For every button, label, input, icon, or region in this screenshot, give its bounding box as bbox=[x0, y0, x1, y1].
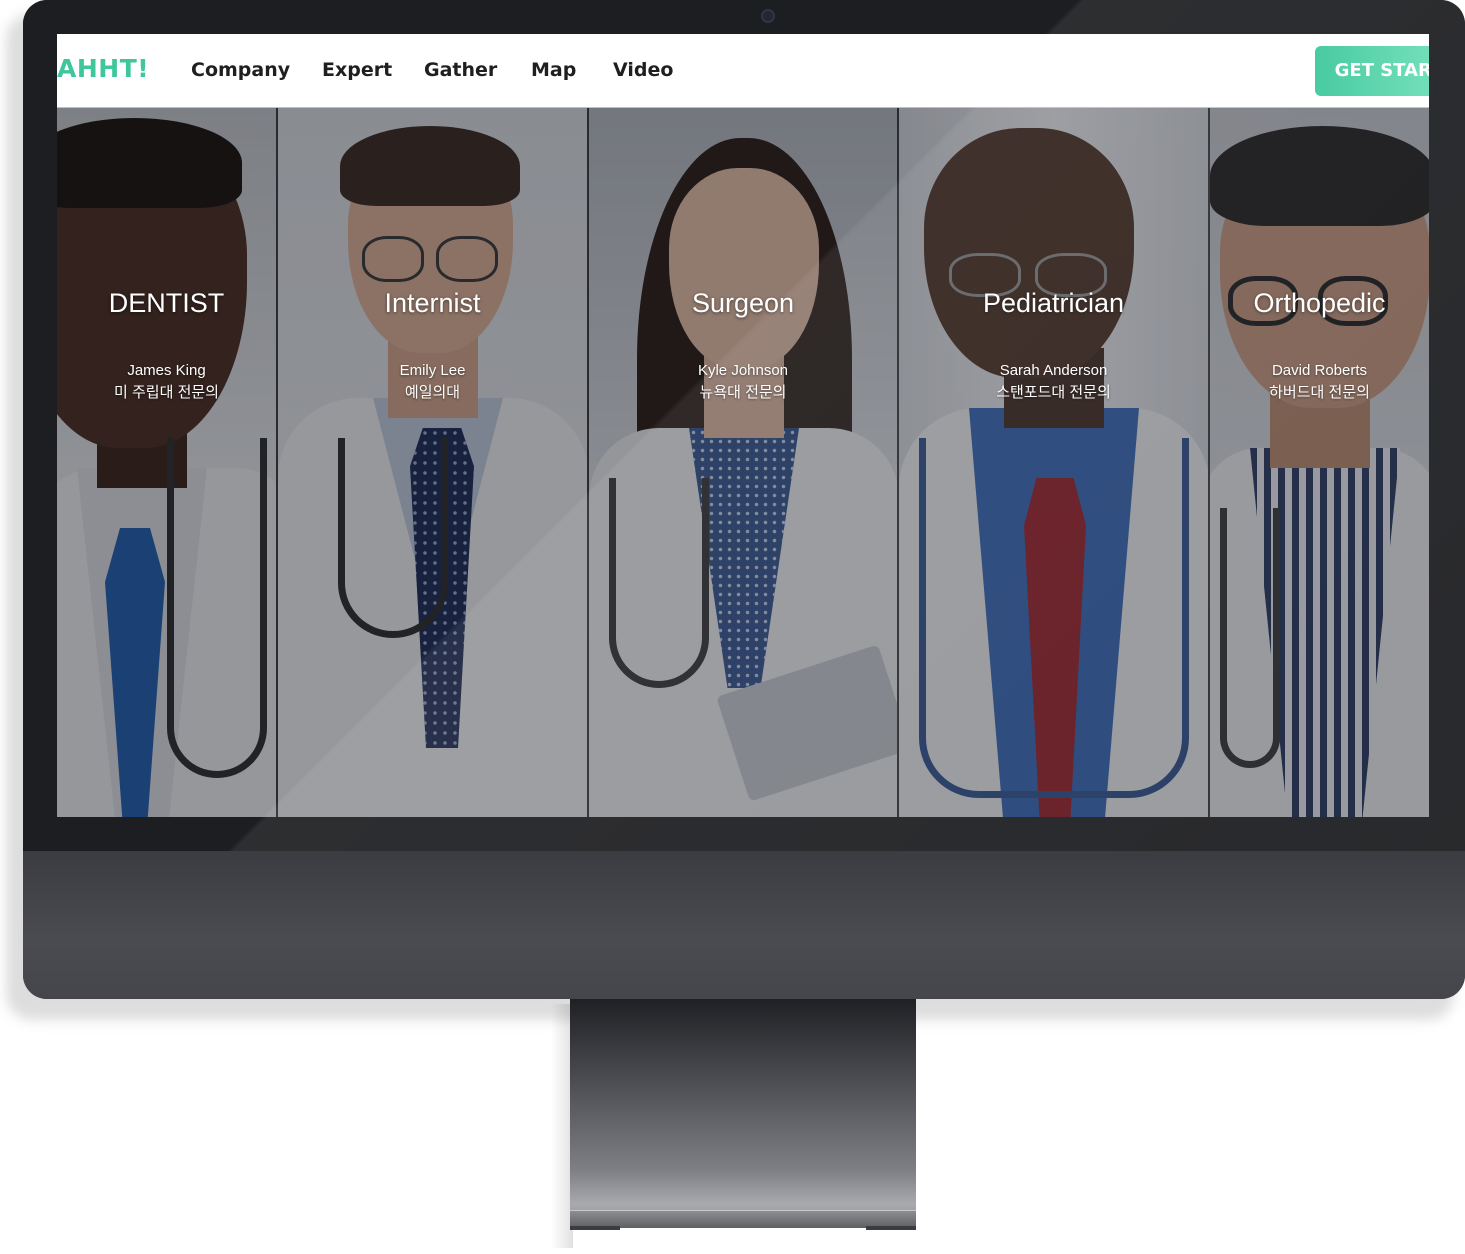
monitor-stand bbox=[570, 999, 916, 1227]
panel-overlay bbox=[278, 108, 587, 817]
expert-name: Kyle Johnson bbox=[697, 362, 789, 379]
expert-school: 하버드대 전문의 bbox=[1269, 384, 1370, 401]
get-start-button[interactable]: GET START bbox=[1315, 46, 1429, 96]
stand-foot-left bbox=[570, 1226, 620, 1230]
expert-panel-surgeon[interactable]: Surgeon Kyle Johnson 뉴욕대 전문의 bbox=[589, 108, 899, 817]
expert-school: 스탠포드대 전문의 bbox=[996, 384, 1111, 401]
expert-role: Pediatrician bbox=[982, 288, 1125, 318]
expert-panel-pediatrician[interactable]: Pediatrician Sarah Anderson 스탠포드대 전문의 bbox=[899, 108, 1210, 817]
panel-overlay bbox=[589, 108, 897, 817]
monitor-chin bbox=[23, 851, 1465, 999]
expert-role: Internist bbox=[384, 288, 481, 318]
expert-role: DENTIST bbox=[108, 288, 225, 318]
top-navbar: AHHT! Company Expert Gather Map Video GE… bbox=[57, 34, 1429, 108]
nav-item-video[interactable]: Video bbox=[613, 59, 673, 81]
panel-overlay bbox=[1210, 108, 1429, 817]
nav-item-expert[interactable]: Expert bbox=[322, 59, 392, 81]
expert-panel-dentist[interactable]: DENTIST James King 미 주립대 전문의 bbox=[57, 108, 278, 817]
expert-name: David Roberts bbox=[1271, 362, 1368, 379]
camera-icon bbox=[761, 9, 775, 23]
expert-school: 예일의대 bbox=[404, 384, 461, 401]
expert-name: Sarah Anderson bbox=[999, 362, 1108, 379]
panel-overlay bbox=[57, 108, 276, 817]
expert-role: Surgeon bbox=[691, 288, 795, 318]
expert-panel-orthopedic[interactable]: Orthopedic David Roberts 하버드대 전문의 bbox=[1210, 108, 1429, 817]
expert-school: 뉴욕대 전문의 bbox=[699, 384, 787, 401]
panel-overlay bbox=[899, 108, 1208, 817]
stand-foot-right bbox=[866, 1226, 916, 1230]
expert-panel-internist[interactable]: Internist Emily Lee 예일의대 bbox=[278, 108, 589, 817]
brand-logo[interactable]: AHHT! bbox=[57, 54, 149, 83]
monitor-stand-base bbox=[570, 1210, 916, 1228]
nav-item-company[interactable]: Company bbox=[191, 59, 290, 81]
expert-school: 미 주립대 전문의 bbox=[114, 384, 219, 401]
expert-name: Emily Lee bbox=[399, 362, 466, 379]
expert-role: Orthopedic bbox=[1253, 288, 1386, 318]
expert-name: James King bbox=[127, 362, 206, 379]
screen: AHHT! Company Expert Gather Map Video GE… bbox=[57, 34, 1429, 817]
nav-item-map[interactable]: Map bbox=[531, 59, 576, 81]
expert-panels: DENTIST James King 미 주립대 전문의 Internist E… bbox=[57, 108, 1429, 817]
nav-item-gather[interactable]: Gather bbox=[424, 59, 497, 81]
